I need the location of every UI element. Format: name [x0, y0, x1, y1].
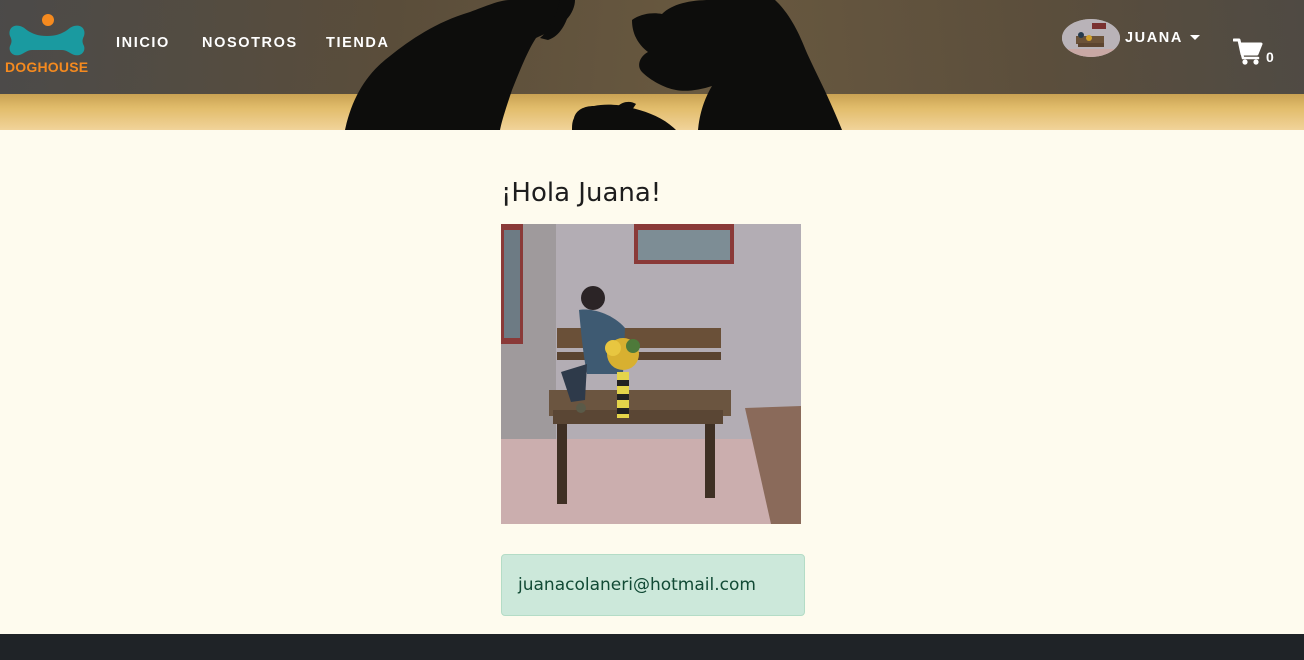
page-footer: [0, 634, 1304, 660]
chevron-down-icon[interactable]: [1190, 35, 1200, 40]
profile-photo: [501, 224, 801, 524]
user-menu-toggle[interactable]: JUANA: [1125, 30, 1183, 46]
dogs-silhouette-image: [345, 0, 842, 130]
nav-item-inicio[interactable]: INICIO: [116, 35, 170, 51]
hero-image: [0, 0, 1304, 130]
email-alert: juanacolaneri@hotmail.com: [501, 554, 805, 616]
bone-icon: [9, 14, 85, 56]
user-email: juanacolaneri@hotmail.com: [518, 575, 756, 595]
user-avatar[interactable]: [1062, 19, 1120, 57]
cart-count-badge[interactable]: 0: [1266, 49, 1274, 65]
cart-icon[interactable]: [1232, 38, 1263, 66]
nav-item-nosotros[interactable]: NOSOTROS: [202, 35, 298, 51]
nav-item-tienda[interactable]: TIENDA: [326, 35, 390, 51]
page-title: ¡Hola Juana!: [501, 178, 662, 208]
brand-name[interactable]: DOGHOUSE: [5, 59, 88, 75]
